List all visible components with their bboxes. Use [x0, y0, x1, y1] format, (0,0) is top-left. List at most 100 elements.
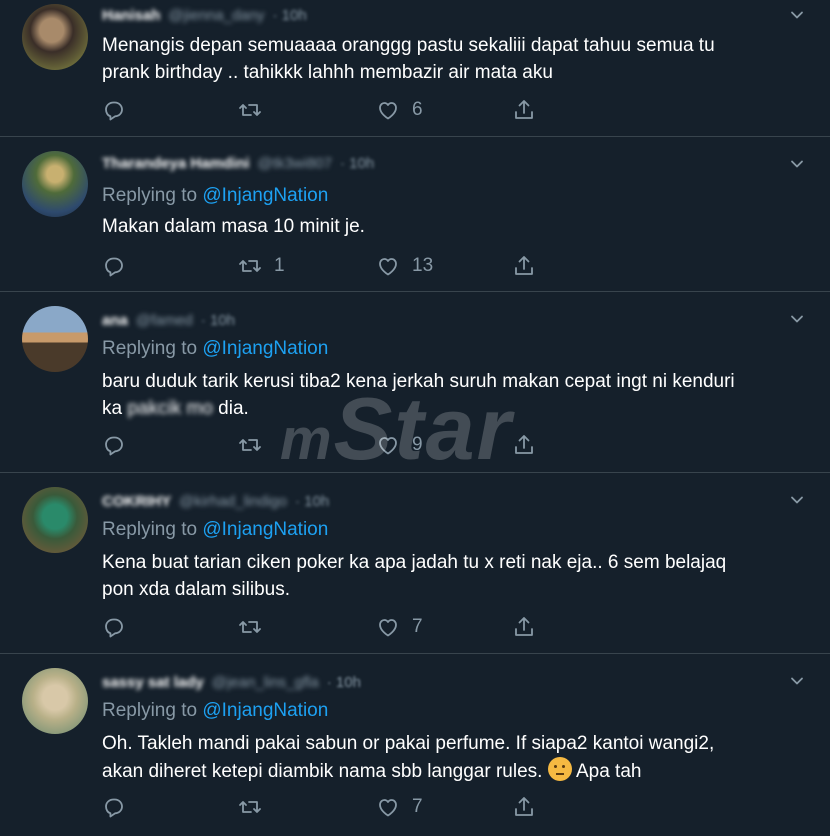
share-icon — [512, 795, 536, 819]
tweet-2[interactable]: Tharandeya Hamdini @tk3wi807 · 10h Reply… — [0, 137, 830, 292]
tweet-5[interactable]: sassy sat lady @jean_lins_gfla · 10h Rep… — [0, 654, 830, 836]
tweet-header: Tharandeya Hamdini @tk3wi807 · 10h — [102, 151, 374, 175]
like-button[interactable]: 9 — [376, 432, 423, 458]
chevron-down-icon[interactable] — [790, 157, 804, 171]
share-button[interactable] — [512, 432, 536, 458]
chevron-down-icon[interactable] — [790, 8, 804, 22]
mention-link[interactable]: @InjangNation — [202, 519, 328, 540]
retweet-count: 1 — [274, 255, 285, 276]
retweet-icon — [238, 433, 262, 457]
mention-link[interactable]: @InjangNation — [202, 700, 328, 721]
reply-icon — [102, 254, 126, 278]
like-count: 6 — [412, 99, 423, 120]
reply-button[interactable] — [102, 253, 138, 279]
replying-to-label: Replying to — [102, 700, 203, 721]
heart-icon — [376, 615, 400, 639]
tweet-4[interactable]: COKRIHY @kirhad_lindigo · 10h Replying t… — [0, 473, 830, 654]
chevron-down-icon[interactable] — [790, 493, 804, 507]
action-bar: 9 — [102, 432, 552, 458]
replying-to: Replying to @InjangNation — [102, 338, 328, 360]
reply-button[interactable] — [102, 432, 138, 458]
retweet-icon — [238, 98, 262, 122]
tweet-text: Menangis depan semuaaaa oranggg pastu se… — [102, 32, 802, 86]
display-name[interactable]: COKRIHY — [102, 493, 171, 510]
replying-to: Replying to @InjangNation — [102, 700, 328, 722]
user-handle[interactable]: @kirhad_lindigo — [179, 493, 287, 510]
retweet-button[interactable] — [238, 794, 274, 820]
avatar[interactable] — [22, 668, 88, 734]
retweet-icon — [238, 254, 262, 278]
timestamp[interactable]: · 10h — [273, 7, 307, 24]
like-count: 7 — [412, 796, 423, 817]
avatar[interactable] — [22, 306, 88, 372]
action-bar: 7 — [102, 794, 552, 820]
retweet-button[interactable] — [238, 97, 274, 123]
user-handle[interactable]: @famed — [136, 312, 193, 329]
user-handle[interactable]: @jienna_dany — [168, 7, 264, 24]
retweet-icon — [238, 615, 262, 639]
replying-to-label: Replying to — [102, 519, 203, 540]
timestamp[interactable]: · 10h — [295, 493, 329, 510]
like-count: 9 — [412, 434, 423, 455]
avatar[interactable] — [22, 4, 88, 70]
censored-text: pakcik mo — [127, 398, 213, 419]
like-button[interactable]: 7 — [376, 794, 423, 820]
reply-icon — [102, 433, 126, 457]
timestamp[interactable]: · 10h — [340, 155, 374, 172]
tweet-header: sassy sat lady @jean_lins_gfla · 10h — [102, 670, 361, 694]
like-count: 7 — [412, 616, 423, 637]
retweet-button[interactable] — [238, 432, 274, 458]
share-button[interactable] — [512, 794, 536, 820]
heart-icon — [376, 98, 400, 122]
display-name[interactable]: Hanisah — [102, 7, 160, 24]
tweet-text-line: akan diheret ketepi diambik nama sbb lan… — [102, 757, 802, 785]
share-icon — [512, 254, 536, 278]
tweet-text-line: Oh. Takleh mandi pakai sabun or pakai pe… — [102, 733, 715, 754]
share-icon — [512, 615, 536, 639]
tweet-header: Hanisah @jienna_dany · 10h — [102, 3, 307, 27]
text-fragment: akan diheret ketepi diambik nama sbb lan… — [102, 761, 543, 782]
mention-link[interactable]: @InjangNation — [202, 185, 328, 206]
tweet-text-line: ka pakcik mo dia. — [102, 395, 802, 422]
reply-button[interactable] — [102, 794, 138, 820]
chevron-down-icon[interactable] — [790, 674, 804, 688]
tweet-header: ana @famed · 10h — [102, 308, 235, 332]
display-name[interactable]: sassy sat lady — [102, 674, 204, 691]
retweet-button[interactable] — [238, 614, 274, 640]
chevron-down-icon[interactable] — [790, 312, 804, 326]
retweet-button[interactable]: 1 — [238, 253, 285, 279]
user-handle[interactable]: @tk3wi807 — [258, 155, 332, 172]
thinking-face-emoji — [547, 757, 572, 781]
tweet-3[interactable]: ana @famed · 10h Replying to @InjangNati… — [0, 292, 830, 473]
heart-icon — [376, 795, 400, 819]
tweet-text-line: prank birthday .. tahikkk lahhh membazir… — [102, 62, 553, 83]
text-fragment: ka — [102, 398, 128, 419]
display-name[interactable]: Tharandeya Hamdini — [102, 155, 250, 172]
action-bar: 1 13 — [102, 253, 552, 279]
text-fragment: dia. — [212, 398, 249, 419]
timestamp[interactable]: · 10h — [327, 674, 361, 691]
tweet-1[interactable]: Hanisah @jienna_dany · 10h Menangis depa… — [0, 0, 830, 137]
user-handle[interactable]: @jean_lins_gfla — [212, 674, 319, 691]
reply-icon — [102, 98, 126, 122]
mention-link[interactable]: @InjangNation — [202, 338, 328, 359]
tweet-text-line: pon xda dalam silibus. — [102, 579, 290, 600]
avatar[interactable] — [22, 487, 88, 553]
action-bar: 7 — [102, 614, 552, 640]
timestamp[interactable]: · 10h — [201, 312, 235, 329]
tweet-text-line: baru duduk tarik kerusi tiba2 kena jerka… — [102, 371, 735, 392]
like-button[interactable]: 13 — [376, 253, 433, 279]
display-name[interactable]: ana — [102, 312, 128, 329]
share-button[interactable] — [512, 97, 536, 123]
tweet-text-line: Makan dalam masa 10 minit je. — [102, 216, 365, 237]
replying-to: Replying to @InjangNation — [102, 519, 328, 541]
reply-button[interactable] — [102, 614, 138, 640]
like-button[interactable]: 7 — [376, 614, 423, 640]
tweet-text-line: Menangis depan semuaaaa oranggg pastu se… — [102, 35, 715, 56]
share-button[interactable] — [512, 614, 536, 640]
avatar[interactable] — [22, 151, 88, 217]
tweet-text: Makan dalam masa 10 minit je. — [102, 213, 802, 240]
like-button[interactable]: 6 — [376, 97, 423, 123]
share-button[interactable] — [512, 253, 536, 279]
reply-button[interactable] — [102, 97, 138, 123]
